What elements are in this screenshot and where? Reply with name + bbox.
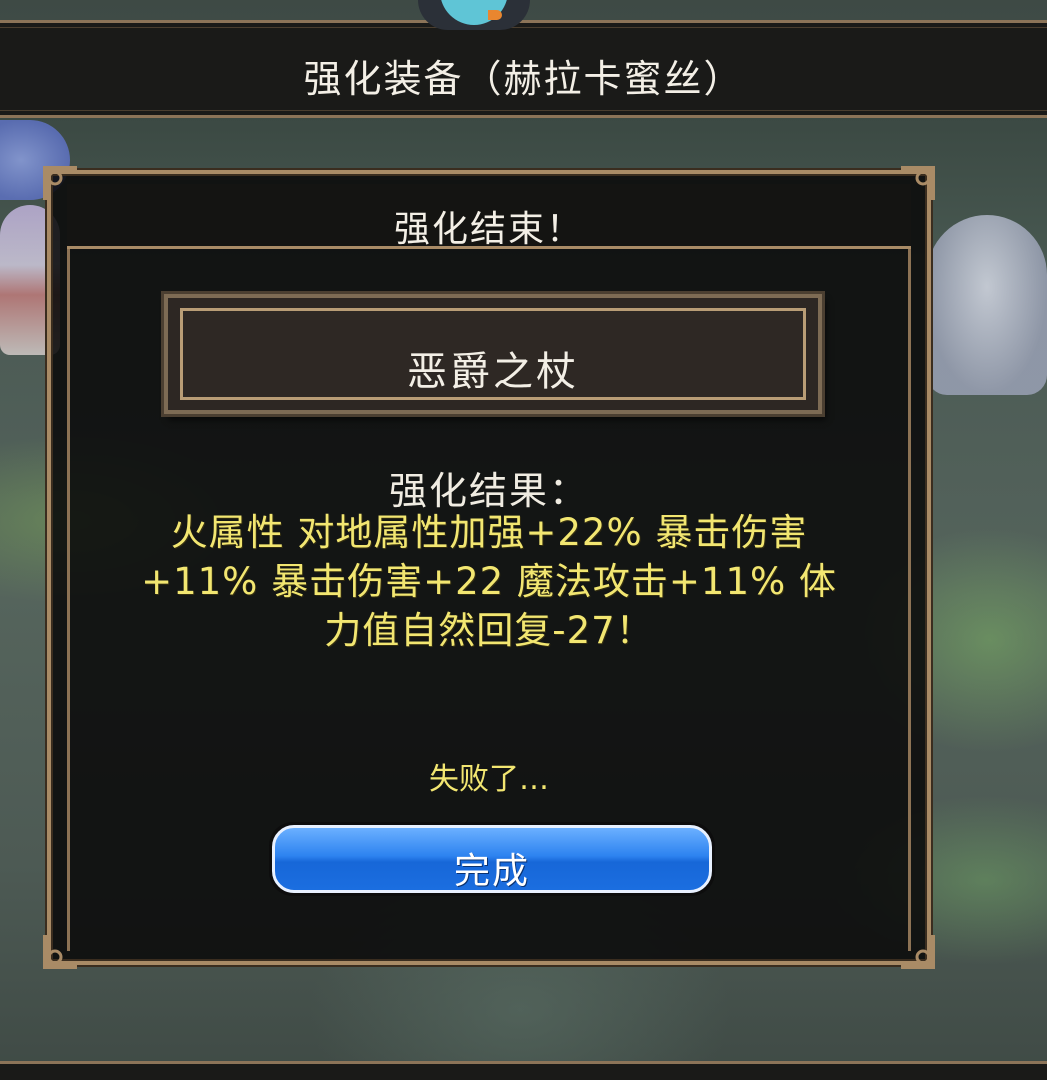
result-heading: 强化结果：	[388, 469, 589, 513]
dialog-header: 强化结束！	[67, 184, 911, 250]
corner-ornament-icon	[41, 931, 81, 971]
item-name: 恶爵之杖	[407, 349, 579, 395]
game-scene: 强化装备（赫拉卡蜜丝） 强化结束！ 恶爵之杖 强化结果： 火属性 对地属性加强+…	[0, 0, 1047, 1080]
item-name-panel: 恶爵之杖	[164, 294, 822, 414]
background-ghost-monster	[927, 215, 1047, 395]
result-text: 火属性 对地属性加强+22% 暴击伤害 +11% 暴击伤害+22 魔法攻击+11…	[103, 508, 875, 655]
mascot-icon	[418, 0, 530, 30]
dialog-title: 强化结束！	[393, 209, 584, 250]
done-button[interactable]: 完成	[269, 822, 715, 896]
done-button-face[interactable]: 完成	[272, 825, 712, 893]
mascot-beak	[488, 10, 502, 20]
title-bar: 强化装备（赫拉卡蜜丝）	[0, 20, 1047, 118]
result-dialog: 强化结束！ 恶爵之杖 强化结果： 火属性 对地属性加强+22% 暴击伤害 +11…	[43, 166, 935, 969]
bottom-bar	[0, 1061, 1047, 1080]
done-button-label: 完成	[453, 851, 530, 892]
status-text: 失败了…	[429, 762, 549, 797]
item-name-panel-inner: 恶爵之杖	[180, 308, 806, 400]
corner-ornament-icon	[897, 931, 937, 971]
result-line: +11% 暴击伤害+22 魔法攻击+11% 体	[141, 560, 837, 603]
result-line: 力值自然回复-27！	[324, 609, 654, 652]
window-title: 强化装备（赫拉卡蜜丝）	[303, 57, 744, 101]
result-line: 火属性 对地属性加强+22% 暴击伤害	[170, 511, 808, 554]
